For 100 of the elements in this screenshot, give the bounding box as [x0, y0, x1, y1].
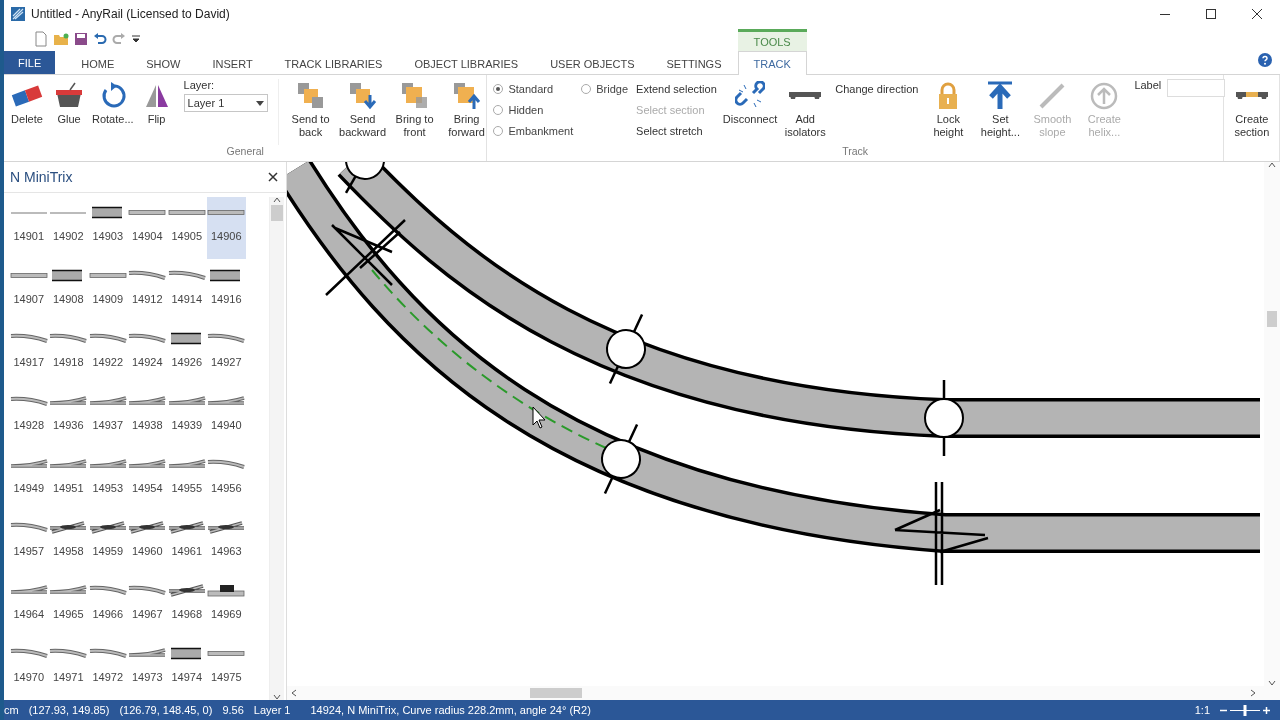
ribbon-button[interactable]: Set height... — [974, 79, 1027, 145]
track-piece-item[interactable]: 14937 — [88, 386, 128, 448]
ribbon-tab[interactable]: FILE — [4, 51, 56, 74]
track-piece-item[interactable]: 14902 — [48, 197, 88, 259]
track-piece-item[interactable]: 14960 — [127, 512, 167, 574]
radio-option[interactable]: Standard — [493, 80, 574, 97]
ribbon-tab[interactable]: OBJECT LIBRARIES — [398, 52, 535, 74]
track-piece-item[interactable]: 14965 — [48, 575, 88, 637]
track-piece-item[interactable]: 14927 — [206, 323, 246, 385]
ribbon-button[interactable]: Send backward — [336, 79, 389, 145]
track-piece-item[interactable]: 14936 — [48, 386, 88, 448]
track-piece-item[interactable]: 14959 — [88, 512, 128, 574]
undo-icon[interactable] — [93, 32, 107, 46]
track-piece-item[interactable]: 14938 — [127, 386, 167, 448]
label-input[interactable] — [1167, 79, 1226, 97]
track-piece-item[interactable]: 14908 — [48, 260, 88, 322]
track-piece-item[interactable]: 14967 — [127, 575, 167, 637]
track-piece-item[interactable]: 14966 — [88, 575, 128, 637]
radio-option[interactable]: Embankment — [493, 122, 574, 139]
ribbon-tab[interactable]: TRACK — [737, 51, 807, 75]
ribbon-tab[interactable]: INSERT — [196, 52, 269, 74]
radio-label: Standard — [508, 82, 554, 95]
track-piece-item[interactable]: 14914 — [167, 260, 207, 322]
save-icon[interactable] — [74, 32, 88, 46]
track-piece-item[interactable]: 14904 — [127, 197, 167, 259]
help-icon[interactable] — [1258, 53, 1272, 67]
track-piece-item[interactable]: 14973 — [127, 638, 167, 700]
scrollbar-thumb[interactable] — [530, 688, 582, 698]
track-piece-item[interactable]: 14903 — [88, 197, 128, 259]
radio-option[interactable]: Hidden — [493, 101, 574, 118]
track-piece-item[interactable]: 14949 — [9, 449, 49, 511]
track-piece-item[interactable]: 14907 — [9, 260, 49, 322]
close-icon[interactable] — [268, 172, 278, 182]
ribbon-command[interactable]: Extend selection — [636, 80, 717, 97]
scrollbar-thumb[interactable] — [1267, 311, 1277, 327]
ribbon-tab[interactable]: USER OBJECTS — [534, 52, 651, 74]
track-piece-item[interactable]: 14963 — [206, 512, 246, 574]
track-piece-item[interactable]: 14912 — [127, 260, 167, 322]
track-piece-item[interactable]: 14956 — [206, 449, 246, 511]
scroll-up-icon[interactable] — [1268, 162, 1276, 168]
ribbon-command[interactable]: Select stretch — [636, 122, 717, 139]
track-piece-item[interactable]: 14958 — [48, 512, 88, 574]
scroll-down-icon[interactable] — [273, 694, 281, 700]
ribbon-button[interactable]: Flip — [135, 79, 178, 145]
ribbon-button[interactable]: Delete — [6, 79, 48, 145]
track-piece-item[interactable]: 14954 — [127, 449, 167, 511]
track-piece-item[interactable]: 14918 — [48, 323, 88, 385]
track-piece-item[interactable]: 14909 — [88, 260, 128, 322]
ribbon-tab[interactable]: SETTINGS — [650, 52, 738, 74]
scroll-left-icon[interactable] — [291, 689, 297, 697]
track-piece-item[interactable]: 14926 — [167, 323, 207, 385]
scroll-down-icon[interactable] — [1268, 680, 1276, 686]
ribbon-button[interactable]: Send to back — [284, 79, 337, 145]
track-piece-item[interactable]: 14939 — [167, 386, 207, 448]
track-piece-item[interactable]: 14972 — [88, 638, 128, 700]
close-icon[interactable] — [1251, 8, 1263, 20]
track-piece-item[interactable]: 14951 — [48, 449, 88, 511]
scroll-up-icon[interactable] — [273, 197, 281, 203]
track-piece-item[interactable]: 14971 — [48, 638, 88, 700]
scroll-right-icon[interactable] — [1250, 689, 1256, 697]
ribbon-button[interactable]: Bring forward — [440, 79, 493, 145]
label-caption: Label — [1134, 79, 1162, 91]
track-piece-item[interactable]: 14974 — [167, 638, 207, 700]
ribbon-command[interactable]: Change direction — [835, 80, 919, 97]
track-piece-item[interactable]: 14917 — [9, 323, 49, 385]
track-piece-item[interactable]: 14961 — [167, 512, 207, 574]
ribbon-button[interactable]: Add isolators — [779, 79, 832, 145]
track-piece-item[interactable]: 14957 — [9, 512, 49, 574]
ribbon-button[interactable]: Lock height — [922, 79, 975, 145]
ribbon-button[interactable]: Disconnect — [720, 79, 780, 145]
track-piece-item[interactable]: 14953 — [88, 449, 128, 511]
track-piece-item[interactable]: 14955 — [167, 449, 207, 511]
track-piece-item[interactable]: 14964 — [9, 575, 49, 637]
track-piece-item[interactable]: 14922 — [88, 323, 128, 385]
ribbon-button[interactable]: Rotate... — [90, 79, 136, 145]
radio-option[interactable]: Bridge — [581, 80, 629, 97]
track-piece-item[interactable]: 14940 — [206, 386, 246, 448]
track-piece-item[interactable]: 14970 — [9, 638, 49, 700]
ribbon-tab[interactable]: HOME — [65, 52, 131, 74]
ribbon-tab[interactable]: SHOW — [130, 52, 197, 74]
ribbon-button[interactable]: Bring to front — [388, 79, 441, 145]
track-piece-item[interactable]: 14968 — [167, 575, 207, 637]
ribbon-tab[interactable]: TRACK LIBRARIES — [268, 52, 399, 74]
ribbon-button[interactable]: Glue — [48, 79, 90, 145]
maximize-icon[interactable] — [1205, 8, 1217, 20]
zoom-slider-thumb[interactable] — [1243, 704, 1247, 716]
track-piece-item[interactable]: 14928 — [9, 386, 49, 448]
track-piece-item[interactable]: 14916 — [206, 260, 246, 322]
track-piece-item[interactable]: 14969 — [206, 575, 246, 637]
track-piece-item[interactable]: 14905 — [167, 197, 207, 259]
zoom-in-icon[interactable] — [1263, 706, 1270, 714]
ribbon-button[interactable]: Create section — [1225, 79, 1278, 145]
scrollbar-thumb[interactable] — [271, 205, 283, 221]
track-piece-item[interactable]: 14975 — [206, 638, 246, 700]
open-folder-icon[interactable] — [53, 32, 69, 46]
track-piece-item[interactable]: 14924 — [127, 323, 167, 385]
layer-dropdown[interactable]: Layer 1 — [183, 94, 268, 112]
track-piece-item[interactable]: 14901 — [9, 197, 49, 259]
track-piece-item[interactable]: 14906 — [206, 197, 246, 259]
dropdown-icon[interactable] — [131, 34, 141, 44]
